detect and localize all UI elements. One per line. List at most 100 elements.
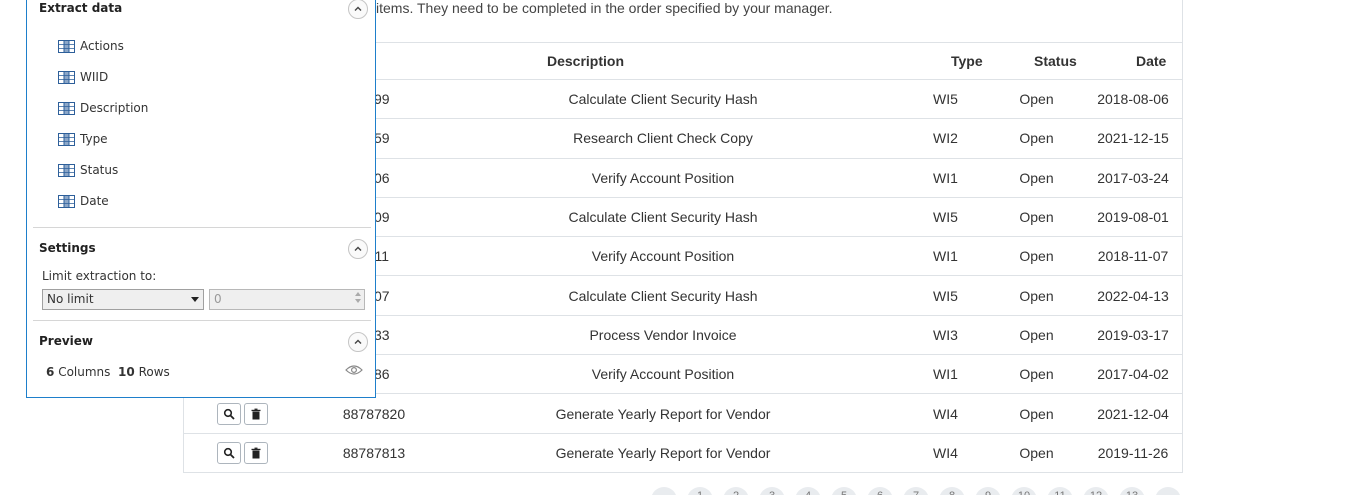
column-item-label: WIID bbox=[80, 70, 109, 84]
description-cell: Verify Account Position bbox=[424, 354, 902, 395]
column-item[interactable]: WIID bbox=[58, 68, 108, 86]
extract-collapse-button[interactable] bbox=[348, 0, 368, 19]
preview-summary: 6 Columns 10 Rows bbox=[46, 365, 170, 379]
type-cell: WI1 bbox=[902, 158, 989, 198]
page-button[interactable]: 10 bbox=[1011, 487, 1037, 495]
status-cell: Open bbox=[989, 315, 1084, 356]
actions-cell bbox=[184, 393, 324, 434]
eye-icon[interactable] bbox=[345, 364, 363, 376]
dropdown-caret-icon bbox=[191, 297, 199, 302]
divider bbox=[33, 320, 371, 321]
status-cell: Open bbox=[989, 118, 1084, 159]
limit-extraction-select[interactable]: No limit bbox=[42, 289, 204, 310]
table-row: 88787820 Generate Yearly Report for Vendo… bbox=[184, 393, 1182, 434]
type-cell: WI1 bbox=[902, 354, 989, 395]
column-item-label: Actions bbox=[80, 39, 124, 53]
page-button[interactable]: 8 bbox=[939, 487, 965, 495]
status-cell: Open bbox=[989, 79, 1084, 120]
date-cell: 2019-11-26 bbox=[1084, 433, 1182, 473]
spin-up-icon[interactable] bbox=[355, 292, 361, 296]
preview-columns-label: Columns bbox=[58, 365, 111, 379]
type-cell: WI5 bbox=[902, 79, 989, 120]
description-cell: Process Vendor Invoice bbox=[424, 315, 902, 356]
status-cell: Open bbox=[989, 393, 1084, 434]
wiid-cell: 88787813 bbox=[324, 433, 424, 473]
status-cell: Open bbox=[989, 158, 1084, 198]
view-button[interactable] bbox=[217, 441, 241, 464]
date-cell: 2021-12-15 bbox=[1084, 118, 1182, 159]
page-button[interactable]: 12 bbox=[1083, 487, 1109, 495]
page-button[interactable] bbox=[1155, 487, 1181, 495]
delete-button[interactable] bbox=[244, 402, 268, 425]
header-description: Description bbox=[424, 42, 902, 80]
preview-rows-count: 10 bbox=[118, 365, 135, 379]
trash-icon bbox=[251, 408, 261, 420]
description-cell: Calculate Client Security Hash bbox=[424, 79, 902, 120]
table-column-icon bbox=[58, 101, 75, 115]
chevron-up-icon bbox=[354, 246, 362, 251]
chevron-up-icon bbox=[354, 339, 362, 344]
description-cell: Calculate Client Security Hash bbox=[424, 275, 902, 316]
description-cell: Verify Account Position bbox=[424, 158, 902, 198]
view-button[interactable] bbox=[217, 402, 241, 425]
type-cell: WI3 bbox=[902, 315, 989, 356]
search-icon bbox=[223, 447, 235, 459]
limit-count-input[interactable]: 0 bbox=[209, 289, 365, 310]
header-status: Status bbox=[989, 42, 1084, 80]
limit-select-value: No limit bbox=[47, 292, 94, 306]
page-button[interactable]: 7 bbox=[903, 487, 929, 495]
trash-icon bbox=[251, 447, 261, 459]
page-button[interactable]: 9 bbox=[975, 487, 1001, 495]
page-button[interactable]: 13 bbox=[1119, 487, 1145, 495]
table-column-icon bbox=[58, 70, 75, 84]
page-button[interactable]: 1 bbox=[687, 487, 713, 495]
actions-cell bbox=[184, 433, 324, 473]
column-item[interactable]: Status bbox=[58, 161, 118, 179]
row-actions bbox=[184, 441, 324, 464]
table-column-icon bbox=[58, 132, 75, 146]
column-item[interactable]: Date bbox=[58, 192, 109, 210]
description-cell: Generate Yearly Report for Vendor bbox=[424, 393, 902, 434]
limit-count-spinner[interactable] bbox=[355, 292, 361, 303]
table-column-icon bbox=[58, 163, 75, 177]
extract-data-panel: Extract data Actions WIID Description Type S… bbox=[26, 0, 376, 398]
type-cell: WI5 bbox=[902, 275, 989, 316]
row-actions bbox=[184, 402, 324, 425]
spin-down-icon[interactable] bbox=[355, 299, 361, 303]
description-cell: Calculate Client Security Hash bbox=[424, 197, 902, 238]
type-cell: WI4 bbox=[902, 433, 989, 473]
search-icon bbox=[223, 408, 235, 420]
date-cell: 2017-04-02 bbox=[1084, 354, 1182, 395]
status-cell: Open bbox=[989, 236, 1084, 277]
limit-extraction-label: Limit extraction to: bbox=[42, 269, 157, 283]
type-cell: WI1 bbox=[902, 236, 989, 277]
column-item[interactable]: Type bbox=[58, 130, 108, 148]
settings-collapse-button[interactable] bbox=[348, 239, 368, 259]
date-cell: 2018-11-07 bbox=[1084, 236, 1182, 277]
page-button[interactable]: 5 bbox=[831, 487, 857, 495]
intro-text: items. They need to be completed in the … bbox=[376, 0, 833, 16]
extract-data-title: Extract data bbox=[39, 1, 123, 15]
status-cell: Open bbox=[989, 197, 1084, 238]
preview-columns-count: 6 bbox=[46, 365, 55, 379]
page-button[interactable]: 6 bbox=[867, 487, 893, 495]
page-button[interactable]: 2 bbox=[723, 487, 749, 495]
header-type: Type bbox=[902, 42, 989, 80]
limit-count-value: 0 bbox=[214, 292, 222, 306]
date-cell: 2019-03-17 bbox=[1084, 315, 1182, 356]
preview-collapse-button[interactable] bbox=[348, 332, 368, 352]
column-item-label: Description bbox=[80, 101, 149, 115]
pagination: 12345678910111213 bbox=[651, 487, 1181, 495]
delete-button[interactable] bbox=[244, 441, 268, 464]
date-cell: 2017-03-24 bbox=[1084, 158, 1182, 198]
column-item[interactable]: Actions bbox=[58, 37, 124, 55]
page-button[interactable] bbox=[651, 487, 677, 495]
column-item-label: Type bbox=[80, 132, 108, 146]
page-button[interactable]: 4 bbox=[795, 487, 821, 495]
description-cell: Verify Account Position bbox=[424, 236, 902, 277]
column-item[interactable]: Description bbox=[58, 99, 148, 117]
page-button[interactable]: 11 bbox=[1047, 487, 1073, 495]
page-button[interactable]: 3 bbox=[759, 487, 785, 495]
description-cell: Research Client Check Copy bbox=[424, 118, 902, 159]
wiid-cell: 88787820 bbox=[324, 393, 424, 434]
